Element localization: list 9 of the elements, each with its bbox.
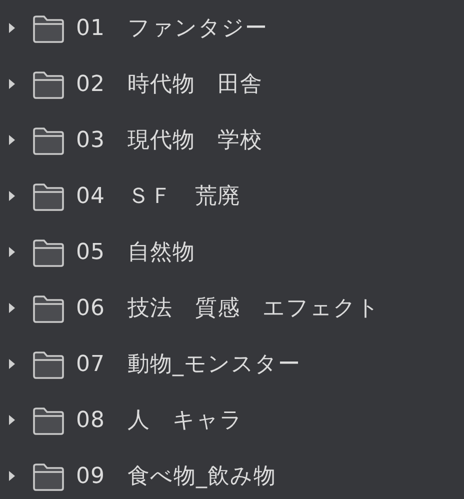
folder-name[interactable]: 03 現代物 学校 — [76, 125, 262, 155]
folder-name[interactable]: 01 ファンタジー — [76, 13, 268, 43]
folder-name[interactable]: 07 動物_モンスター — [76, 349, 300, 379]
folder-name[interactable]: 02 時代物 田舎 — [76, 69, 262, 99]
folder-name[interactable]: 08 人 キャラ — [76, 405, 243, 435]
folder-name[interactable]: 06 技法 質感 エフェクト — [76, 293, 380, 323]
folder-name[interactable]: 04 ＳＦ 荒廃 — [76, 181, 240, 211]
folder-name[interactable]: 09 食べ物_飲み物 — [76, 461, 276, 491]
folder-name[interactable]: 05 自然物 — [76, 237, 195, 267]
